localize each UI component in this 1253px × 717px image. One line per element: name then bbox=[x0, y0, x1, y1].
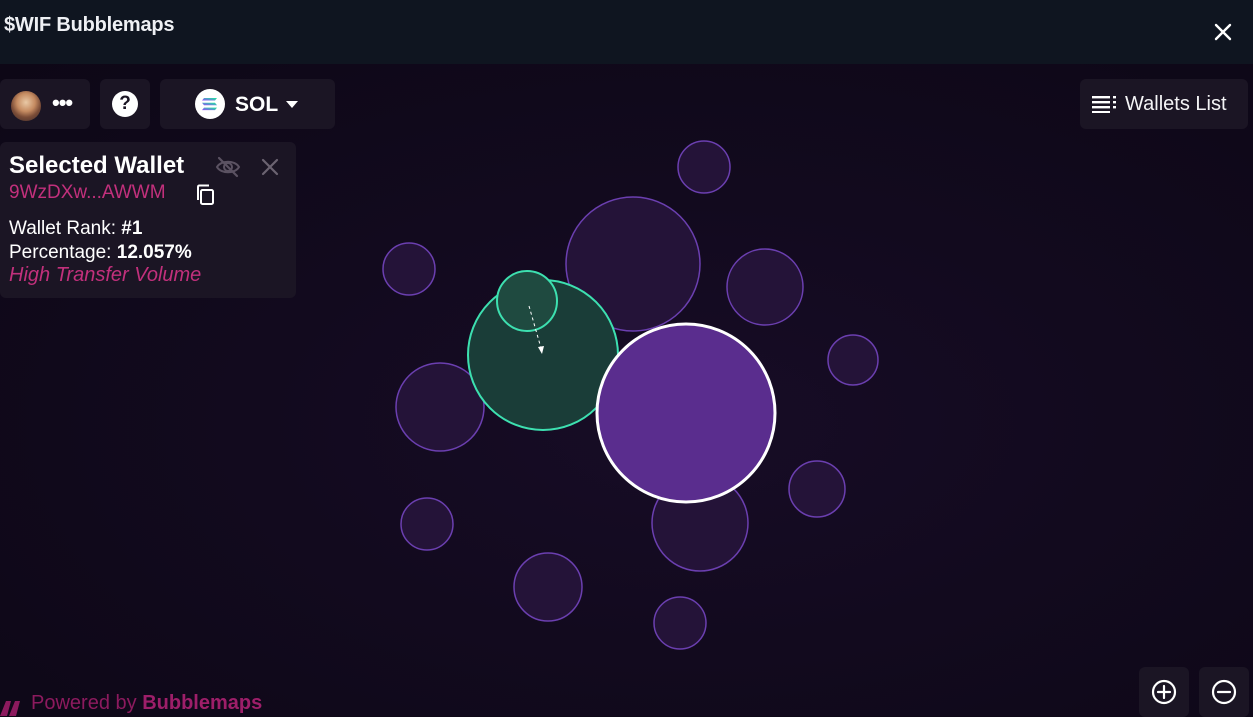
wallet-percentage: Percentage: 12.057% bbox=[9, 242, 192, 264]
zoom-in-icon bbox=[1151, 679, 1177, 705]
wallet-address-link[interactable]: 9WzDXw...AWWM bbox=[9, 182, 166, 204]
selected-wallet-bubble[interactable] bbox=[595, 322, 777, 504]
wallet-percentage-value: 12.057% bbox=[116, 242, 192, 263]
help-icon: ? bbox=[112, 91, 138, 117]
powered-by-brand[interactable]: Bubblemaps bbox=[142, 692, 262, 714]
selected-wallet-title: Selected Wallet bbox=[9, 152, 185, 179]
zoom-out-button[interactable] bbox=[1199, 667, 1249, 717]
wallet-bubble[interactable] bbox=[653, 596, 707, 650]
selected-wallet-panel: Selected Wallet 9WzDXw...AWWM Wallet Ran… bbox=[0, 142, 296, 298]
powered-by-prefix: Powered by bbox=[31, 692, 137, 714]
bubblemaps-logo-icon bbox=[0, 701, 20, 716]
more-menu-dots[interactable]: ••• bbox=[52, 90, 73, 116]
chain-selector[interactable]: SOL bbox=[160, 79, 335, 129]
cluster-bubble[interactable] bbox=[496, 270, 558, 332]
eye-off-icon[interactable] bbox=[215, 156, 241, 178]
wallet-percentage-label: Percentage: bbox=[9, 242, 112, 263]
zoom-in-button[interactable] bbox=[1139, 667, 1189, 717]
copy-icon[interactable] bbox=[196, 184, 216, 206]
wallet-tag: High Transfer Volume bbox=[9, 264, 202, 286]
wallet-bubble[interactable] bbox=[382, 242, 436, 296]
user-menu-button[interactable]: ••• bbox=[0, 79, 90, 129]
wallet-rank: Wallet Rank: #1 bbox=[9, 218, 142, 240]
wallets-list-button[interactable]: Wallets List bbox=[1080, 79, 1248, 129]
wallet-bubble[interactable] bbox=[788, 460, 846, 518]
close-icon[interactable] bbox=[258, 155, 282, 179]
list-icon bbox=[1092, 96, 1116, 113]
chain-label: SOL bbox=[235, 93, 279, 116]
wallet-bubble[interactable] bbox=[827, 334, 879, 386]
help-button[interactable]: ? bbox=[100, 79, 150, 129]
avatar[interactable] bbox=[11, 91, 41, 121]
wallet-rank-value: #1 bbox=[121, 218, 143, 239]
wallet-bubble[interactable] bbox=[513, 552, 583, 622]
zoom-out-icon bbox=[1211, 679, 1237, 705]
wallet-bubble[interactable] bbox=[726, 248, 804, 326]
wallet-bubble[interactable] bbox=[400, 497, 454, 551]
wallets-list-label: Wallets List bbox=[1125, 93, 1227, 115]
chevron-down-icon bbox=[286, 101, 298, 108]
wallet-rank-label: Wallet Rank: bbox=[9, 218, 116, 239]
powered-by[interactable]: Powered by Bubblemaps bbox=[31, 692, 262, 715]
solana-logo-icon bbox=[195, 89, 225, 119]
wallet-bubble[interactable] bbox=[677, 140, 731, 194]
